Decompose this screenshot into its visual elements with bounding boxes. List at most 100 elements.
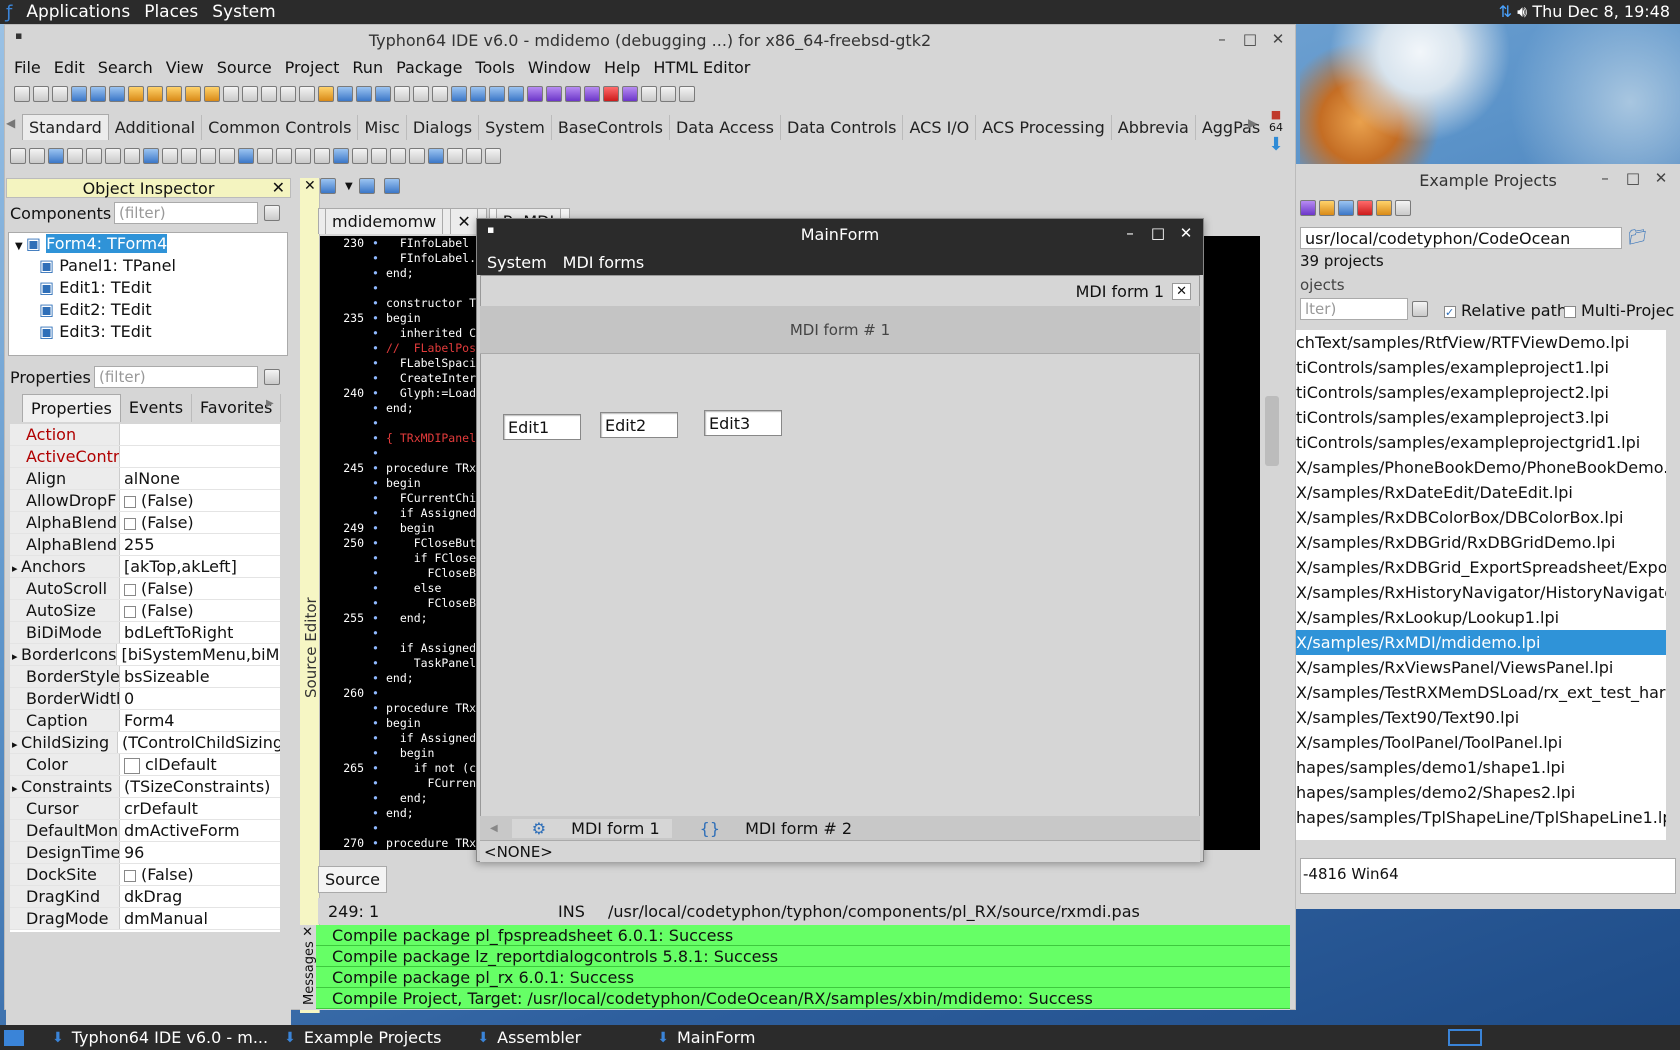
breakpoint-dot[interactable]: •	[372, 776, 386, 791]
property-row[interactable]: Color clDefault	[10, 754, 280, 776]
project-list-item[interactable]: X/samples/RxDBColorBox/DBColorBox.lpi	[1296, 505, 1666, 530]
tab-mdidemomw[interactable]: mdidemomw ✕	[318, 208, 487, 234]
property-value[interactable]: 96	[120, 842, 144, 863]
places-menu[interactable]: Places	[144, 2, 198, 22]
properties-filter[interactable]: (filter)	[94, 366, 258, 388]
palette-tab-data-controls[interactable]: Data Controls	[781, 115, 904, 140]
path-field[interactable]: usr/local/codetyphon/CodeOcean	[1300, 227, 1622, 249]
tree-item[interactable]: ▣ Edit1: TEdit	[9, 277, 287, 299]
breakpoint-dot[interactable]: •	[372, 386, 386, 401]
project-list-item[interactable]: X/samples/ToolPanel/ToolPanel.lpi	[1296, 730, 1666, 755]
forward-icon[interactable]	[383, 178, 400, 194]
menu-package[interactable]: Package	[396, 58, 462, 77]
project-list-item[interactable]: X/samples/PhoneBookDemo/PhoneBookDemo.lp	[1296, 455, 1666, 480]
property-value[interactable]: [akTop,akLeft]	[120, 556, 237, 577]
component-icon[interactable]	[181, 148, 197, 164]
property-row[interactable]: DragMode dmManual	[10, 908, 280, 930]
property-value[interactable]	[120, 424, 124, 445]
breakpoint-dot[interactable]: •	[372, 491, 386, 506]
breakpoint-dot[interactable]: •	[372, 431, 386, 446]
delete-icon[interactable]	[1357, 200, 1373, 216]
property-value[interactable]: (False)	[120, 578, 194, 599]
palette-tab-acs-processing[interactable]: ACS Processing	[976, 115, 1112, 140]
palette-tab-standard[interactable]: Standard	[22, 114, 109, 140]
component-icon[interactable]	[238, 148, 254, 164]
project-list-item[interactable]: hapes/samples/demo2/Shapes2.lpi	[1296, 780, 1666, 805]
checkbox[interactable]	[124, 583, 136, 596]
property-value[interactable]: Form4	[120, 710, 174, 731]
project-list-item[interactable]: X/samples/Text90/Text90.lpi	[1296, 705, 1666, 730]
network-icon[interactable]: ⇅	[1499, 2, 1512, 21]
refresh-icon[interactable]	[1300, 200, 1316, 216]
property-value[interactable]: (False)	[120, 600, 194, 621]
breakpoint-dot[interactable]: •	[372, 566, 386, 581]
browse-folder-icon[interactable]: 📁︎	[1628, 228, 1647, 246]
toolbar-button-icon[interactable]	[432, 86, 448, 102]
property-row[interactable]: AutoSize (False)	[10, 600, 280, 622]
component-icon[interactable]	[200, 148, 216, 164]
clock[interactable]: Thu Dec 8, 19:48	[1532, 2, 1670, 21]
checkbox[interactable]	[124, 495, 136, 508]
breakpoint-dot[interactable]: •	[372, 416, 386, 431]
property-value[interactable]: (False)	[120, 512, 194, 533]
property-value[interactable]: 255	[120, 534, 155, 555]
tab-properties[interactable]: Properties	[22, 394, 121, 422]
edit2-field[interactable]: Edit2	[600, 412, 678, 438]
breakpoint-dot[interactable]: •	[372, 251, 386, 266]
menu-tools[interactable]: Tools	[475, 58, 514, 77]
toolbar-button-icon[interactable]	[470, 86, 486, 102]
toolbar-button-icon[interactable]	[147, 86, 163, 102]
component-icon[interactable]	[333, 148, 349, 164]
component-icon[interactable]	[314, 148, 330, 164]
property-value[interactable]: bsSizeable	[120, 666, 210, 687]
breakpoint-dot[interactable]: •	[372, 371, 386, 386]
tab-source[interactable]: Source	[318, 866, 387, 893]
menu-mdi-forms[interactable]: MDI forms	[563, 253, 645, 272]
toolbar-button-icon[interactable]	[584, 86, 600, 102]
component-icon[interactable]	[29, 148, 45, 164]
menu-html-editor[interactable]: HTML Editor	[653, 58, 750, 77]
property-value[interactable]: (False)	[120, 864, 194, 885]
toolbar-button-icon[interactable]	[375, 86, 391, 102]
maximize-icon[interactable]: □	[1149, 224, 1167, 242]
palette-tab-data-access[interactable]: Data Access	[670, 115, 782, 140]
toolbar-button-icon[interactable]	[603, 86, 619, 102]
volume-icon[interactable]: 🔊︎	[1517, 2, 1527, 21]
breakpoint-dot[interactable]: •	[372, 626, 386, 641]
property-row[interactable]: BiDiMode bdLeftToRight	[10, 622, 280, 644]
example-projects-list[interactable]: chText/samples/RtfView/RTFViewDemo.lpi ti…	[1296, 330, 1666, 840]
taskbar-item-ide[interactable]: ⬇︎ Typhon64 IDE v6.0 - m...	[44, 1025, 276, 1050]
expand-icon[interactable]: ▸	[12, 782, 21, 795]
copy-icon[interactable]	[1338, 200, 1354, 216]
breakpoint-dot[interactable]: •	[372, 731, 386, 746]
toolbar-button-icon[interactable]	[166, 86, 182, 102]
tree-item[interactable]: ▣ Edit2: TEdit	[9, 299, 287, 321]
property-value[interactable]: alNone	[120, 468, 180, 489]
component-icon[interactable]	[295, 148, 311, 164]
menu-run[interactable]: Run	[352, 58, 383, 77]
component-icon[interactable]	[466, 148, 482, 164]
edit3-field[interactable]: Edit3	[704, 410, 782, 436]
back-icon[interactable]	[358, 178, 375, 194]
project-list-item[interactable]: tiControls/samples/exampleproject1.lpi	[1296, 355, 1666, 380]
property-value[interactable]: dkDrag	[120, 886, 182, 907]
object-inspector-title[interactable]: Object Inspector ✕	[6, 178, 291, 198]
inspector-tabs-arrow[interactable]: ▶	[266, 398, 274, 409]
component-icon[interactable]	[447, 148, 463, 164]
breakpoint-dot[interactable]: •	[372, 296, 386, 311]
breakpoint-dot[interactable]: •	[372, 656, 386, 671]
palette-tab-misc[interactable]: Misc	[358, 115, 407, 140]
scroll-thumb[interactable]	[1265, 396, 1279, 466]
breakpoint-dot[interactable]: •	[372, 311, 386, 326]
breakpoint-dot[interactable]: •	[372, 401, 386, 416]
breakpoint-dot[interactable]: •	[372, 266, 386, 281]
mainform-titlebar[interactable]: ▪ MainForm – □ ✕	[477, 219, 1203, 249]
toolbar-button-icon[interactable]	[565, 86, 581, 102]
palette-tab-abbrevia[interactable]: Abbrevia	[1112, 115, 1196, 140]
property-row[interactable]: Cursor crDefault	[10, 798, 280, 820]
breakpoint-dot[interactable]: •	[372, 791, 386, 806]
checkbox[interactable]	[124, 517, 136, 530]
property-row[interactable]: Align alNone	[10, 468, 280, 490]
toolbar-button-icon[interactable]	[413, 86, 429, 102]
property-row[interactable]: ▸ Anchors [akTop,akLeft]	[10, 556, 280, 578]
